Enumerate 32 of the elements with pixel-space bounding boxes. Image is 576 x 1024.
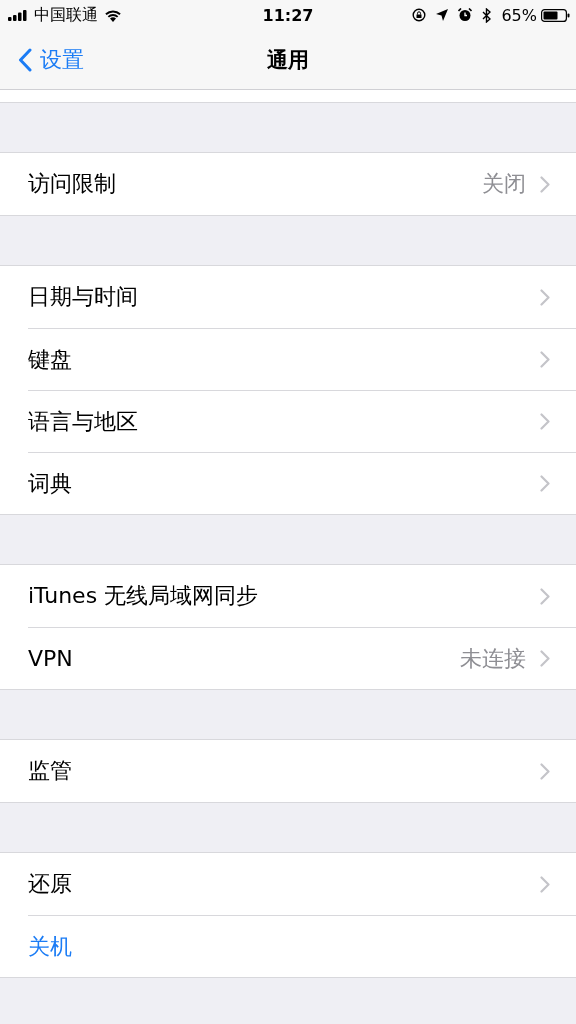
settings-row[interactable]: 语言与地区 (28, 390, 576, 452)
settings-row[interactable]: VPN 未连接 (28, 627, 576, 689)
chevron-icon (540, 413, 550, 430)
settings-row[interactable]: 关机 (28, 915, 576, 977)
settings-row[interactable]: 日期与时间 (28, 266, 576, 328)
back-button[interactable]: 设置 (0, 44, 92, 75)
signal-icon (8, 9, 28, 21)
carrier-name: 中国联通 (34, 4, 98, 26)
page-title: 通用 (267, 46, 309, 74)
chevron-icon (540, 288, 550, 306)
settings-row[interactable]: iTunes 无线局域网同步 (28, 565, 576, 627)
chevron-icon (540, 587, 550, 605)
rotation-lock-icon (412, 8, 427, 22)
back-chevron-icon (18, 47, 32, 72)
chevron-icon (540, 351, 550, 368)
wifi-icon (104, 8, 122, 22)
settings-row[interactable]: 还原 (28, 853, 576, 915)
chevron-icon (540, 175, 550, 193)
chevron-icon (540, 762, 550, 780)
chevron-icon (540, 875, 550, 893)
settings-row[interactable]: 词典 (28, 452, 576, 514)
chevron-icon (540, 650, 550, 667)
settings-row[interactable]: 键盘 (28, 328, 576, 390)
clock-time: 11:27 (262, 5, 314, 25)
location-arrow-icon (436, 9, 449, 21)
battery-percent: 65% (501, 5, 537, 25)
row-value: 关闭 (482, 170, 526, 198)
row-value: 未连接 (460, 644, 526, 673)
bluetooth-icon (482, 7, 492, 23)
alarm-clock-icon (458, 8, 473, 22)
chevron-icon (540, 475, 550, 492)
battery-icon (541, 8, 570, 22)
